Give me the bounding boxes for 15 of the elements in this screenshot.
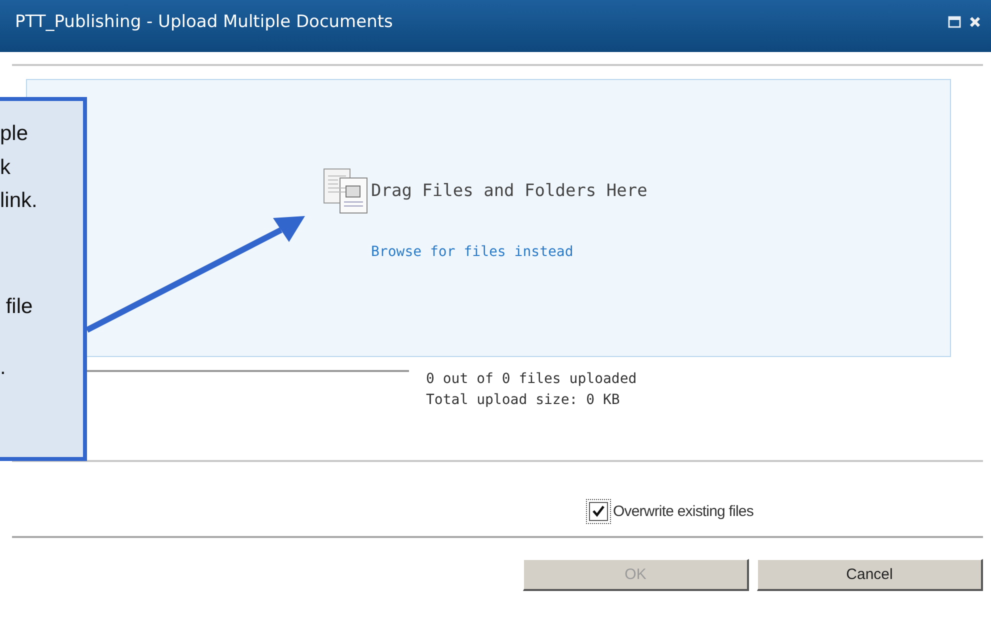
callout-text: ple — [0, 121, 28, 147]
callout-text: k — [0, 154, 10, 180]
documents-icon — [323, 168, 369, 214]
checkbox[interactable] — [586, 498, 611, 524]
drop-heading: Drag Files and Folders Here — [371, 181, 648, 201]
check-icon — [592, 505, 605, 517]
close-icon[interactable] — [969, 16, 981, 28]
callout-text: . — [0, 355, 6, 381]
window-title: PTT_Publishing - Upload Multiple Documents — [15, 12, 393, 32]
dialog-button[interactable]: Cancel — [757, 559, 983, 591]
browse-link[interactable]: Browse for files instead — [371, 244, 574, 260]
maximize-icon[interactable] — [948, 16, 961, 28]
upload-status-text: 0 out of 0 files uploaded — [426, 371, 637, 387]
upload-status-text: Total upload size: 0 KB — [426, 392, 621, 408]
checkbox-label: Overwrite existing files — [613, 502, 754, 520]
